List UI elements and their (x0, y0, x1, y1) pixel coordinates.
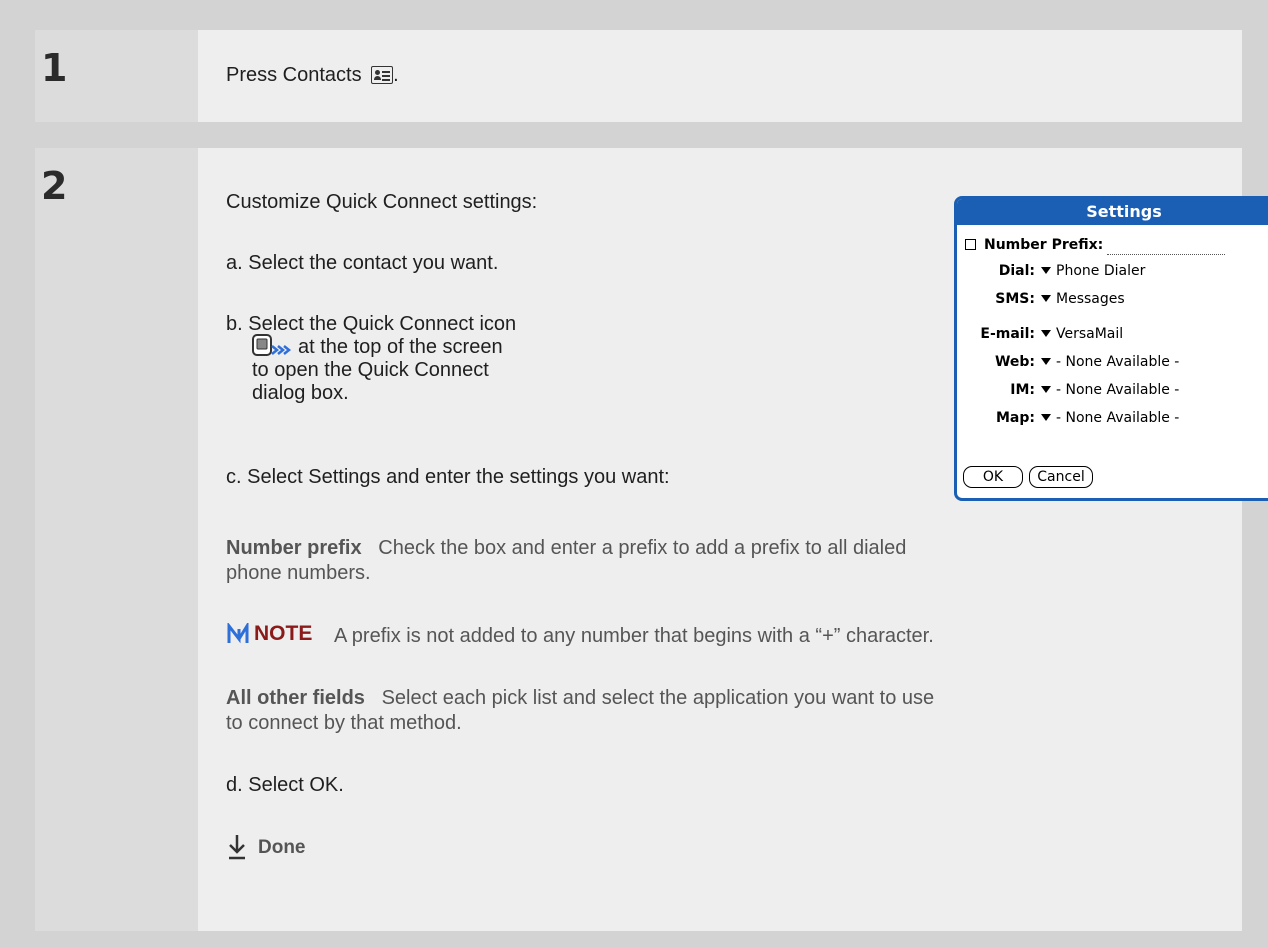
dropdown-arrow-icon (1041, 386, 1051, 393)
im-label: IM: (1010, 382, 1035, 398)
number-prefix-field[interactable] (1107, 240, 1226, 255)
substep-a: a. Select the contact you want. (226, 252, 499, 274)
email-row[interactable]: E-mail: VersaMail (957, 324, 1123, 344)
dial-row[interactable]: Dial: Phone Dialer (957, 261, 1146, 281)
substep-c: c. Select Settings and enter the setting… (226, 466, 670, 488)
number-prefix-desc: Check the box and enter a prefix to add … (378, 537, 907, 559)
map-label: Map: (996, 410, 1035, 426)
number-prefix-label: Number Prefix: (984, 237, 1104, 253)
sms-value: Messages (1056, 291, 1125, 307)
im-row[interactable]: IM: - None Available - (957, 380, 1179, 400)
contacts-icon (371, 66, 394, 84)
dropdown-arrow-icon (1041, 358, 1051, 365)
period: . (393, 64, 399, 86)
substep-d: d. Select OK. (226, 774, 344, 796)
dialog-title: Settings (1086, 202, 1162, 221)
press-contacts-text: Press Contacts (226, 64, 362, 86)
dropdown-arrow-icon (1041, 414, 1051, 421)
substep-b-line4: dialog box. (252, 382, 349, 404)
im-value: - None Available - (1056, 382, 1180, 398)
substep-b-line2: at the top of the screen (298, 336, 503, 358)
map-value: - None Available - (1056, 410, 1180, 426)
note-icon (227, 623, 249, 644)
number-prefix-paragraph-line2: phone numbers. (226, 562, 371, 584)
cancel-button[interactable]: Cancel (1029, 466, 1093, 488)
step-content: Customize Quick Connect settings: a. Sel… (198, 148, 1268, 931)
substep-b-line1: b. Select the Quick Connect icon (226, 313, 517, 335)
number-prefix-row: Number Prefix: (965, 235, 1226, 255)
step-1: 1 Press Contacts . (35, 30, 1242, 122)
all-other-paragraph-line2: to connect by that method. (226, 712, 462, 734)
sms-label: SMS: (995, 291, 1035, 307)
dropdown-arrow-icon (1041, 267, 1051, 274)
web-label: Web: (994, 354, 1035, 370)
number-prefix-term: Number prefix (226, 537, 362, 559)
step-number: 2 (41, 164, 68, 208)
dialog-title-bar: Settings i (957, 199, 1268, 225)
ok-button[interactable]: OK (963, 466, 1023, 488)
step-content: Press Contacts . (198, 30, 1242, 122)
step-2: 2 Customize Quick Connect settings: a. S… (35, 148, 1268, 931)
intro-text: Customize Quick Connect settings: (226, 191, 538, 213)
dropdown-arrow-icon (1041, 295, 1051, 302)
done-label: Done (258, 837, 306, 858)
dial-value: Phone Dialer (1056, 263, 1146, 279)
step-1-text: Press Contacts . (226, 63, 399, 87)
number-prefix-checkbox[interactable] (965, 239, 976, 250)
number-prefix-paragraph-line1: Number prefix Check the box and enter a … (226, 536, 906, 560)
email-value: VersaMail (1056, 326, 1124, 342)
all-other-desc: Select each pick list and select the app… (381, 687, 935, 709)
note-text: A prefix is not added to any number that… (334, 625, 934, 647)
dial-label: Dial: (998, 263, 1035, 279)
all-other-term: All other fields (226, 687, 365, 709)
step-number: 1 (41, 46, 68, 90)
sms-row[interactable]: SMS: Messages (957, 289, 1125, 309)
quick-connect-icon (252, 334, 292, 356)
done-arrow-icon (229, 835, 245, 860)
map-row[interactable]: Map: - None Available - (957, 408, 1179, 428)
email-label: E-mail: (980, 326, 1035, 342)
dropdown-arrow-icon (1041, 330, 1051, 337)
web-value: - None Available - (1056, 354, 1180, 370)
substep-b-line3: to open the Quick Connect (252, 359, 489, 381)
note-label: NOTE (254, 622, 313, 645)
all-other-paragraph-line1: All other fields Select each pick list a… (226, 686, 934, 710)
web-row[interactable]: Web: - None Available - (957, 352, 1179, 372)
settings-dialog: Settings i Number Prefix: Dial: Phone Dia… (954, 196, 1268, 501)
